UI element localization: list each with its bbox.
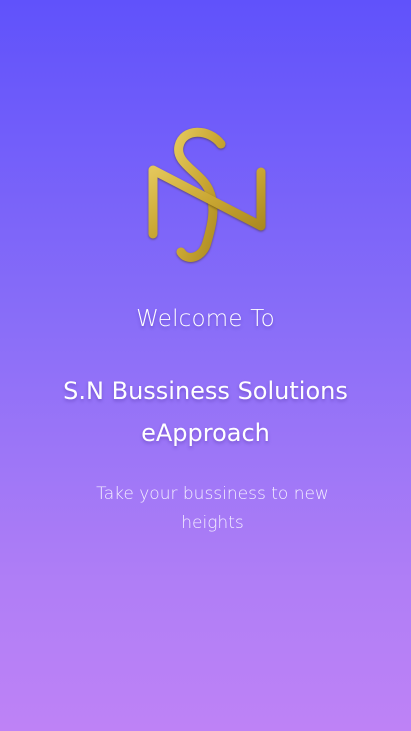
splash-screen: Welcome To S.N Bussiness Solutions eAppr…: [0, 0, 411, 731]
company-name-line1: S.N Bussiness Solutions: [63, 377, 348, 405]
company-name-line2: eApproach: [141, 419, 270, 447]
welcome-heading: Welcome To: [136, 306, 275, 332]
sn-logo-icon: [148, 127, 266, 262]
tagline-text: Take your bussiness to new heights: [96, 484, 329, 533]
company-name: S.N Bussiness Solutions eApproach: [30, 370, 381, 454]
